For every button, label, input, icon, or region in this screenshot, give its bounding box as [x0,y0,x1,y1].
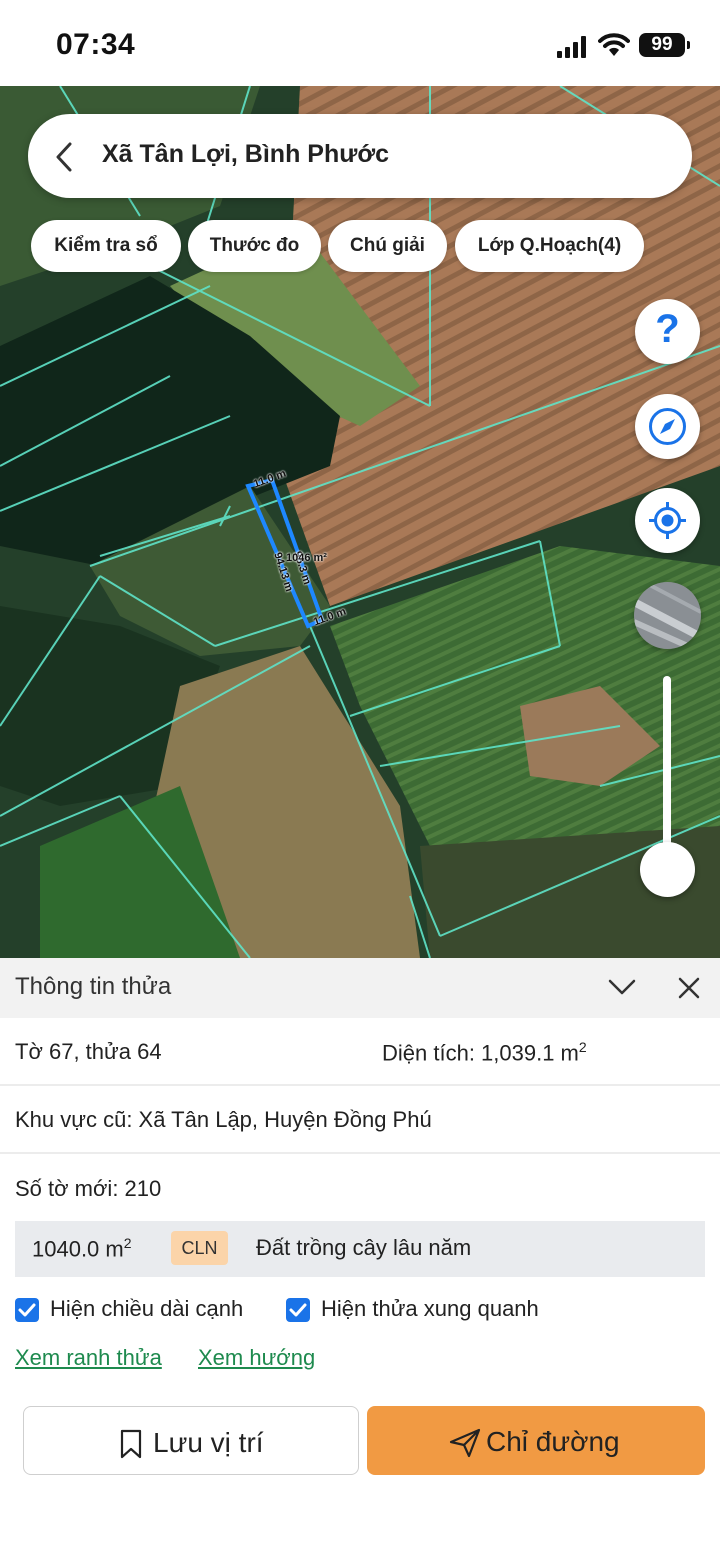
question-mark-icon: ? [655,307,680,351]
land-use-area-value: 1040.0 m [32,1236,124,1262]
old-region: Khu vực cũ: Xã Tân Lập, Huyện Đồng Phú [15,1107,432,1132]
land-use-area: 1040.0 m2 [32,1235,132,1262]
cellular-signal-icon [557,36,586,58]
status-time: 07:34 [56,28,136,61]
directions-label: Chỉ đường [486,1426,620,1457]
help-button[interactable]: ? [635,299,700,364]
view-boundary-link[interactable]: Xem ranh thửa [15,1345,162,1371]
parcel-area-value: Diện tích: 1,039.1 m [382,1040,579,1066]
land-code-badge: CLN [171,1231,228,1265]
neighbors-checkbox[interactable] [286,1298,310,1322]
land-use-type: Đất trồng cây lâu năm [256,1235,472,1260]
locate-me-icon [649,502,686,539]
save-location-button[interactable]: Lưu vị trí [23,1406,359,1475]
opacity-slider-thumb[interactable] [640,842,695,897]
bookmark-icon [120,1429,142,1459]
parcel-area-unit-sup: 2 [578,1039,587,1055]
chevron-down-icon[interactable] [606,974,638,1000]
checkmark-icon [18,1303,36,1317]
land-use-area-unit-sup: 2 [123,1235,132,1251]
location-title[interactable]: Xã Tân Lợi, Bình Phước [102,140,389,169]
satellite-map[interactable]: 11.0 m 11.0 m 94.13 m 95.3 m 1046 m² [0,86,720,958]
checkmark-icon [289,1303,307,1317]
divider [0,1084,720,1086]
parcel-area-label: 1046 m² [286,552,327,564]
chip-planning-layers[interactable]: Lớp Q.Hoạch(4) [455,220,644,272]
parcel-area: Diện tích: 1,039.1 m2 [382,1039,587,1066]
back-arrow-icon[interactable] [52,140,78,174]
directions-button[interactable]: Chỉ đường [367,1406,705,1475]
divider [0,1152,720,1154]
neighbors-label[interactable]: Hiện thửa xung quanh [321,1296,539,1322]
chip-ruler[interactable]: Thước đo [188,220,321,272]
view-direction-link[interactable]: Xem hướng [198,1345,315,1371]
edge-length-checkbox[interactable] [15,1298,39,1322]
compass-icon [649,408,686,445]
chip-check-certificate[interactable]: Kiểm tra sổ [31,220,181,272]
chip-legend[interactable]: Chú giải [328,220,447,272]
map-imagery [0,86,720,958]
save-location-label: Lưu vị trí [153,1427,264,1458]
map-layer-thumbnail-icon [634,582,701,649]
map-layer-toggle[interactable] [634,582,701,649]
edge-length-label[interactable]: Hiện chiều dài cạnh [50,1296,243,1322]
panel-title: Thông tin thửa [15,973,172,1000]
send-arrow-icon [449,1428,481,1458]
battery-indicator: 99 [639,33,690,57]
close-icon[interactable] [677,976,701,1000]
sheet-parcel-number: Tờ 67, thửa 64 [15,1039,162,1064]
wifi-icon [598,33,630,56]
compass-button[interactable] [635,394,700,459]
new-sheet-number: Số tờ mới: 210 [15,1176,162,1201]
my-location-button[interactable] [635,488,700,553]
